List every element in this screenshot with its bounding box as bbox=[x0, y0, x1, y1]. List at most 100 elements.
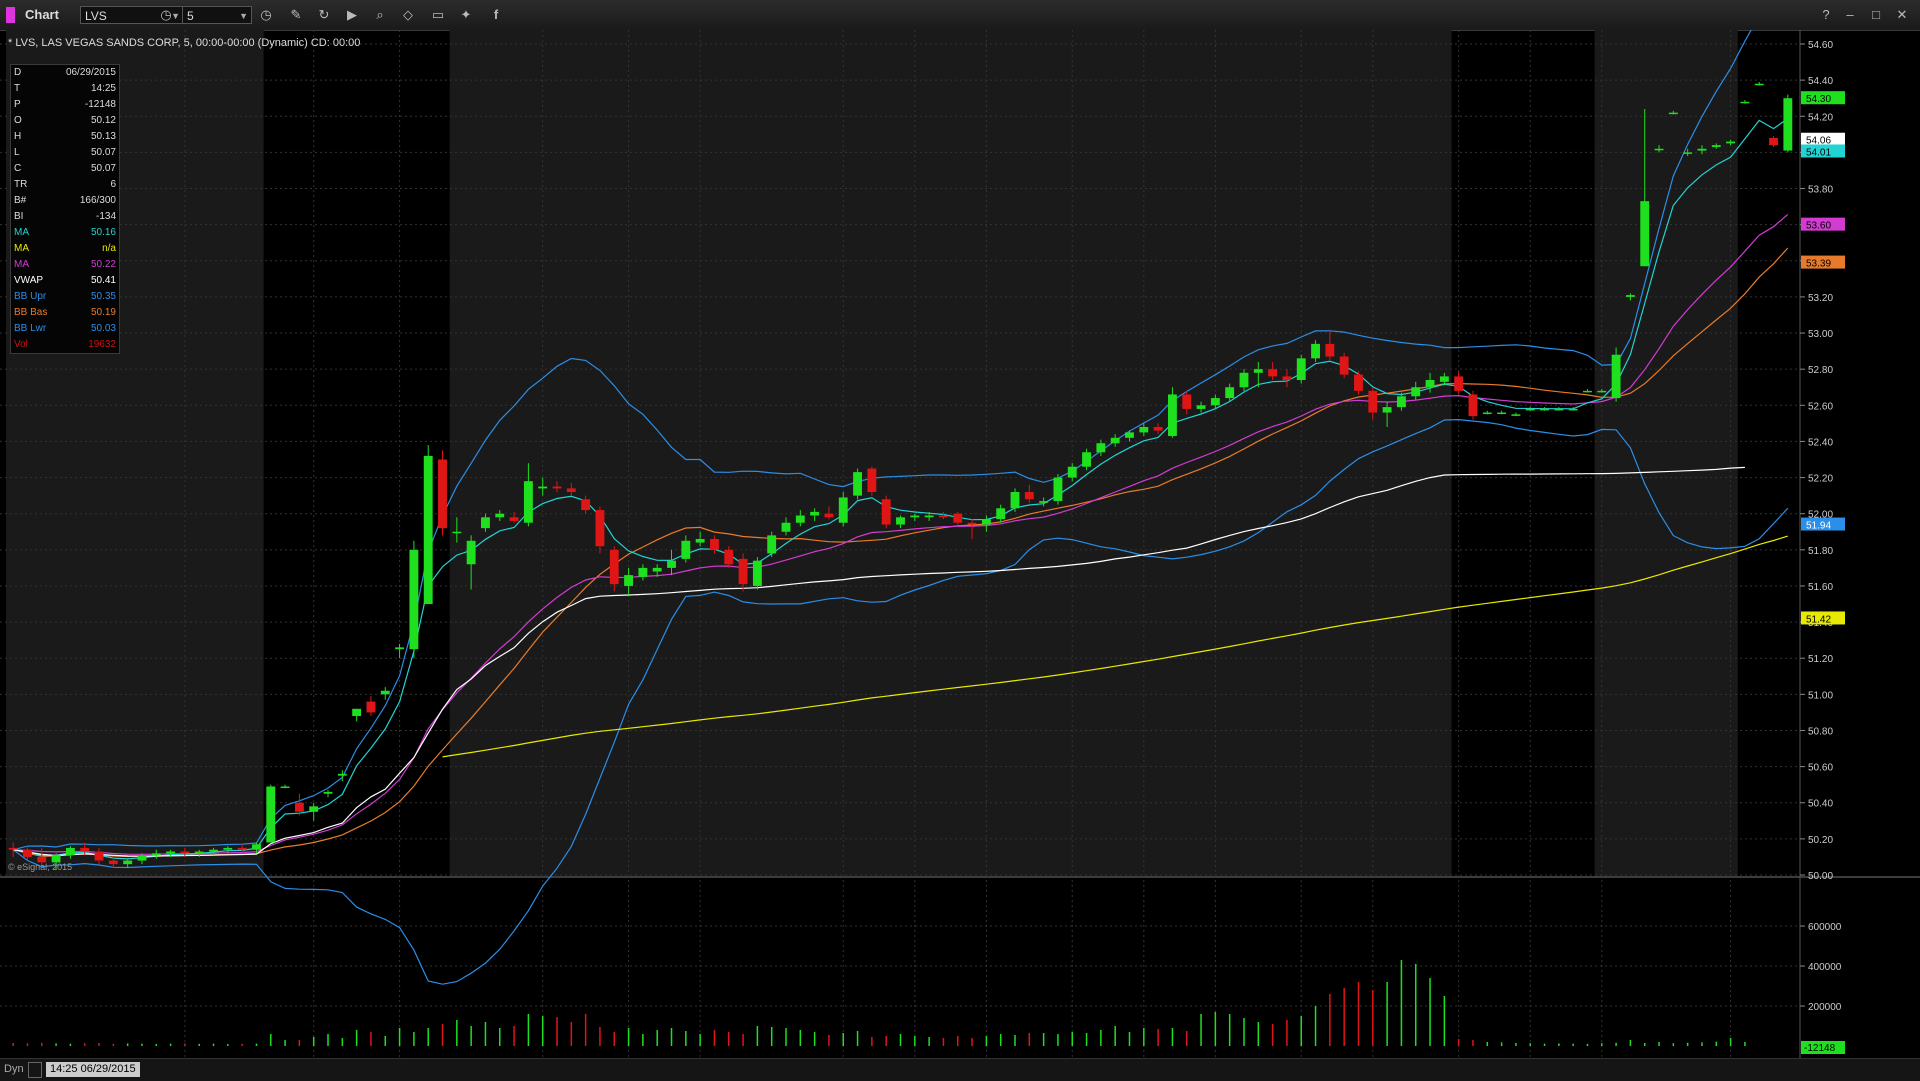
candle-body bbox=[1125, 432, 1134, 438]
pencil-icon[interactable]: ✎ bbox=[288, 7, 304, 23]
candle-body bbox=[323, 791, 333, 794]
candle-body bbox=[108, 860, 118, 865]
volume-tick-label: 200000 bbox=[1808, 1002, 1842, 1013]
price-tick-label: 50.00 bbox=[1808, 871, 1833, 882]
session-shade bbox=[1594, 30, 1738, 876]
data-window-key: C bbox=[14, 163, 22, 174]
candle-body bbox=[1339, 356, 1349, 375]
candle-body bbox=[1468, 394, 1478, 417]
candle-body bbox=[1482, 412, 1492, 415]
price-label-text: 51.42 bbox=[1806, 614, 1831, 625]
candle-body bbox=[838, 497, 848, 523]
candle-body bbox=[1754, 83, 1764, 86]
candle-body bbox=[166, 851, 176, 854]
price-volume-chart[interactable]: 54.6054.4054.2054.0053.8053.6053.4053.20… bbox=[0, 30, 1920, 1058]
candle-body bbox=[1783, 98, 1793, 151]
data-window-row: TR 6 bbox=[11, 177, 119, 193]
data-window-row: Vol 19632 bbox=[11, 337, 119, 353]
help-button[interactable]: ? bbox=[1818, 7, 1834, 23]
candle-body bbox=[1282, 376, 1292, 381]
candle-body bbox=[280, 786, 290, 788]
candle-body bbox=[1554, 408, 1564, 411]
candle-body bbox=[1253, 369, 1263, 373]
candle-body bbox=[423, 455, 433, 605]
candle-body bbox=[681, 540, 691, 559]
candle-body bbox=[853, 472, 863, 496]
candle-body bbox=[1167, 394, 1177, 437]
data-window-key: T bbox=[14, 83, 21, 94]
search-icon[interactable]: ⌕ bbox=[372, 7, 388, 23]
candle-body bbox=[266, 786, 276, 843]
minimize-button[interactable]: – bbox=[1842, 7, 1858, 23]
data-window-row: C 50.07 bbox=[11, 161, 119, 177]
candle-body bbox=[1769, 137, 1778, 146]
history-icon[interactable]: ◷ bbox=[158, 7, 174, 23]
candle-body bbox=[1583, 390, 1592, 393]
clock-icon[interactable]: ◷ bbox=[258, 7, 274, 23]
mode-label[interactable]: Dyn bbox=[4, 1063, 24, 1075]
data-window-key: MA bbox=[14, 259, 29, 270]
candle-body bbox=[1296, 358, 1306, 381]
close-button[interactable]: ✕ bbox=[1894, 7, 1910, 23]
candle-body bbox=[1210, 398, 1220, 406]
data-window-key: VWAP bbox=[14, 275, 44, 286]
twitter-icon[interactable]: ✦ bbox=[458, 7, 474, 23]
candle-body bbox=[1654, 148, 1664, 151]
candle-body bbox=[724, 549, 734, 565]
candle-body bbox=[352, 708, 362, 717]
candle-body bbox=[23, 849, 32, 857]
data-window-key: P bbox=[14, 99, 21, 110]
candle-body bbox=[1396, 396, 1406, 408]
candle-body bbox=[1740, 101, 1750, 104]
chart-window-icon bbox=[6, 7, 15, 23]
price-tick-label: 51.60 bbox=[1808, 582, 1833, 593]
candle-body bbox=[1053, 477, 1063, 502]
data-window-row: P -12148 bbox=[11, 97, 119, 113]
candle-body bbox=[523, 481, 533, 523]
candle-body bbox=[752, 560, 762, 586]
candle-body bbox=[409, 549, 419, 650]
data-window-key: B# bbox=[14, 195, 27, 206]
watermark: © eSignal, 2015 bbox=[8, 862, 72, 872]
maximize-button[interactable]: □ bbox=[1868, 7, 1884, 23]
data-window-key: L bbox=[14, 147, 20, 158]
candle-body bbox=[309, 806, 319, 812]
candle-body bbox=[1411, 387, 1421, 397]
interval-value: 5 bbox=[187, 9, 194, 23]
candle-body bbox=[337, 773, 347, 776]
candle-body bbox=[1568, 408, 1578, 411]
price-tick-label: 51.00 bbox=[1808, 690, 1833, 701]
refresh-icon[interactable]: ↻ bbox=[316, 7, 332, 23]
data-window-row: B# 166/300 bbox=[11, 193, 119, 209]
interval-input[interactable]: 5 ▼ bbox=[182, 6, 252, 24]
facebook-icon[interactable]: f bbox=[488, 7, 504, 23]
tag-icon[interactable]: ◇ bbox=[400, 7, 416, 23]
data-window-key: O bbox=[14, 115, 22, 126]
data-window-row: MA 50.22 bbox=[11, 257, 119, 273]
chevron-down-icon[interactable]: ▼ bbox=[239, 7, 248, 25]
data-window-value: 50.07 bbox=[90, 163, 116, 174]
candle-body bbox=[1110, 437, 1120, 444]
candle-body bbox=[438, 459, 447, 529]
price-tick-label: 52.40 bbox=[1808, 437, 1833, 448]
chat-icon[interactable]: ▭ bbox=[430, 7, 446, 23]
candle-body bbox=[209, 849, 218, 852]
candle-body bbox=[294, 802, 304, 812]
play-icon[interactable]: ▶ bbox=[344, 7, 360, 23]
volume-label-text: -12148 bbox=[1804, 1043, 1836, 1054]
candle-body bbox=[1525, 408, 1535, 411]
candle-body bbox=[1311, 343, 1320, 359]
candle-body bbox=[1597, 390, 1607, 393]
data-window-value: 50.03 bbox=[90, 323, 116, 334]
data-window-row: T 14:25 bbox=[11, 81, 119, 97]
price-tick-label: 52.20 bbox=[1808, 474, 1833, 485]
candle-body bbox=[1540, 408, 1549, 411]
candle-body bbox=[810, 511, 820, 516]
calendar-icon[interactable] bbox=[28, 1062, 42, 1078]
price-tick-label: 54.60 bbox=[1808, 40, 1833, 51]
candle-body bbox=[924, 515, 934, 518]
candle-body bbox=[910, 515, 920, 518]
volume-bars bbox=[12, 960, 1746, 1046]
candle-body bbox=[1497, 412, 1507, 415]
price-tick-label: 52.80 bbox=[1808, 365, 1833, 376]
